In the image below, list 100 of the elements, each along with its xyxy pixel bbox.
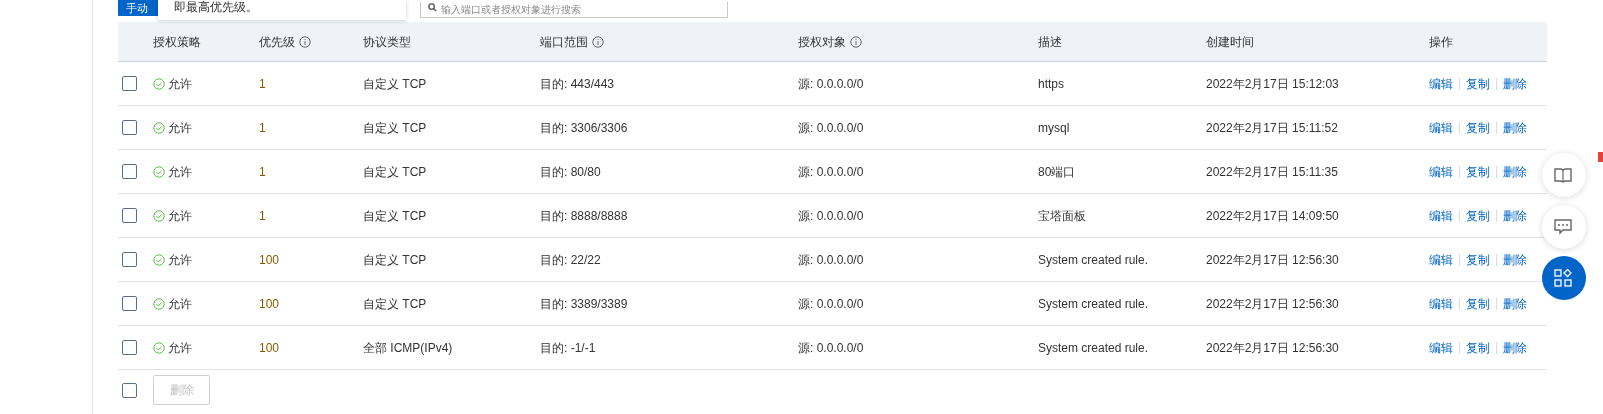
table-cell: 自定义 TCP [363,208,427,223]
table-cell-text: 允许 [168,339,192,357]
action-link[interactable]: 编辑 [1429,74,1453,93]
table-cell: 100 [259,252,280,267]
checkbox[interactable] [122,382,137,398]
table-cell: 1 [259,120,266,135]
table-cell: 2022年2月17日 15:11:52 [1206,120,1338,135]
table-cell: 1 [259,208,266,223]
column-header: 授权对象 [798,32,862,51]
table-cell-text: 允许 [168,295,192,313]
table-cell: 2022年2月17日 14:09:50 [1206,208,1339,223]
column-header: 操作 [1429,33,1453,51]
table-cell: 2022年2月17日 12:56:30 [1206,252,1339,267]
table-cell: 80端口 [1038,164,1076,179]
table-cell: 2022年2月17日 15:12:03 [1206,76,1339,91]
grid-icon [1554,269,1572,287]
table-cell: 源: 0.0.0.0/0 [798,208,864,223]
column-header: 描述 [1038,33,1062,51]
table-cell: 目的: 80/80 [540,164,601,179]
info-icon [592,35,604,48]
table-cell: 源: 0.0.0.0/0 [798,76,864,91]
action-link[interactable]: 复制 [1466,162,1490,181]
table-cell: 目的: 8888/8888 [540,208,628,223]
table-cell: 全部 ICMP(IPv4) [363,340,453,355]
checkbox[interactable] [122,340,137,355]
action-link[interactable]: 编辑 [1429,162,1453,181]
table-cell: System created rule. [1038,296,1149,311]
check-circle-icon [153,77,165,90]
info-icon [299,35,311,48]
table-cell: https [1038,76,1064,91]
table-cell: 自定义 TCP [363,296,427,311]
table-cell-text: 允许 [168,207,192,225]
table-cell: 2022年2月17日 12:56:30 [1206,296,1339,311]
table-cell: 源: 0.0.0.0/0 [798,120,864,135]
action-link[interactable]: 删除 [1503,206,1527,225]
checkbox[interactable] [122,76,137,91]
info-icon [850,35,862,48]
table-cell-text: 允许 [168,119,192,137]
table-cell: 源: 0.0.0.0/0 [798,296,864,311]
book-float-button[interactable] [1542,153,1586,197]
check-circle-icon [153,341,165,354]
search-field[interactable]: 输入端口或者授权对象进行搜索 [420,2,728,18]
column-header: 优先级 [259,32,311,51]
table-cell: 1 [259,164,266,179]
table-cell: 自定义 TCP [363,76,427,91]
action-link[interactable]: 删除 [1503,162,1527,181]
checkbox[interactable] [122,120,137,135]
apps-float-button[interactable] [1542,256,1586,300]
check-circle-icon [153,121,165,134]
table-cell: 目的: 443/443 [540,76,615,91]
action-link[interactable]: 删除 [1503,294,1527,313]
table-cell: 2022年2月17日 12:56:30 [1206,340,1339,355]
table-cell: System created rule. [1038,340,1149,355]
action-link[interactable]: 复制 [1466,74,1490,93]
action-link[interactable]: 复制 [1466,206,1490,225]
table-cell: 目的: 3389/3389 [540,296,628,311]
table-cell: 自定义 TCP [363,164,427,179]
table-cell: System created rule. [1038,252,1149,267]
search-icon [428,3,437,12]
action-link[interactable]: 复制 [1466,338,1490,357]
action-link[interactable]: 删除 [1503,250,1527,269]
table-cell: 2022年2月17日 15:11:35 [1206,164,1338,179]
checkbox[interactable] [122,296,137,311]
table-cell: 宝塔面板 [1038,208,1086,223]
table-cell: 自定义 TCP [363,252,427,267]
notification-badge [1598,152,1603,162]
table-cell-text: 允许 [168,163,192,181]
table-cell: 100 [259,340,280,355]
checkbox[interactable] [122,208,137,223]
action-link[interactable]: 编辑 [1429,250,1453,269]
table-cell: 源: 0.0.0.0/0 [798,252,864,267]
action-link[interactable]: 编辑 [1429,118,1453,137]
column-header: 创建时间 [1206,33,1254,51]
table-cell: 源: 0.0.0.0/0 [798,164,864,179]
check-circle-icon [153,165,165,178]
action-link[interactable]: 复制 [1466,294,1490,313]
table-cell: 目的: -1/-1 [540,340,596,355]
action-link[interactable]: 删除 [1503,338,1527,357]
column-header: 端口范围 [540,32,604,51]
table-cell: 自定义 TCP [363,120,427,135]
action-link[interactable]: 删除 [1503,118,1527,137]
chat-float-button[interactable] [1542,205,1586,249]
table-cell: 目的: 22/22 [540,252,601,267]
action-link[interactable]: 编辑 [1429,338,1453,357]
column-header: 授权策略 [153,33,201,51]
action-link[interactable]: 复制 [1466,250,1490,269]
checkbox[interactable] [122,252,137,267]
action-link[interactable]: 编辑 [1429,206,1453,225]
action-link[interactable]: 编辑 [1429,294,1453,313]
table-cell: 100 [259,296,280,311]
chat-icon [1554,219,1572,235]
check-circle-icon [153,297,165,310]
table-cell: 目的: 3306/3306 [540,120,628,135]
action-link[interactable]: 删除 [1503,74,1527,93]
table-cell-text: 允许 [168,75,192,93]
table-cell: 源: 0.0.0.0/0 [798,340,864,355]
table-cell: 1 [259,76,266,91]
check-circle-icon [153,209,165,222]
checkbox[interactable] [122,164,137,179]
action-link[interactable]: 复制 [1466,118,1490,137]
